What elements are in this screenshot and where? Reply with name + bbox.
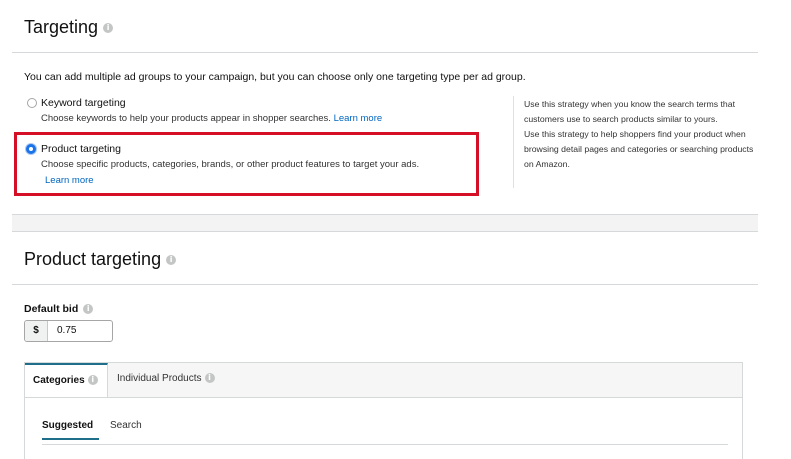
currency-symbol: $	[25, 321, 48, 341]
info-icon[interactable]: i	[83, 304, 94, 315]
divider	[12, 52, 758, 53]
targeting-panel: Categories i Individual Products i Suggest…	[24, 362, 743, 459]
product-learn-more-link[interactable]: Learn more	[45, 173, 94, 188]
subtab-suggested[interactable]: Suggested	[42, 420, 93, 431]
targeting-title-text: Targeting	[24, 17, 99, 37]
keyword-help-text: Use this strategy when you know the sear…	[524, 99, 736, 124]
targeting-title: Targeting i	[24, 17, 114, 38]
divider	[12, 284, 758, 285]
keyword-targeting-label[interactable]: Keyword targeting	[41, 97, 126, 109]
section-divider-bottom	[12, 231, 758, 232]
keyword-targeting-description: Choose keywords to help your products ap…	[41, 111, 382, 126]
tab-categories-label: Categories i	[33, 375, 98, 386]
tab-categories[interactable]: Categories i	[25, 363, 108, 397]
default-bid-label-text: Default bid	[24, 303, 79, 315]
tab-individual-products-text: Individual Products	[117, 373, 202, 384]
product-targeting-description: Choose specific products, categories, br…	[41, 159, 420, 170]
keyword-description-text: Choose keywords to help your products ap…	[41, 113, 331, 124]
help-text: Use this strategy when you know the sear…	[524, 97, 754, 172]
info-icon[interactable]: i	[166, 255, 177, 266]
tab-individual-products[interactable]: Individual Products i	[117, 373, 215, 384]
product-targeting-title: Product targeting i	[24, 249, 177, 270]
bid-value[interactable]: 0.75	[57, 321, 76, 341]
keyword-learn-more-link[interactable]: Learn more	[334, 113, 383, 124]
section-gap	[12, 215, 758, 231]
info-icon[interactable]: i	[204, 373, 215, 384]
product-targeting-title-text: Product targeting	[24, 249, 162, 269]
product-targeting-label[interactable]: Product targeting	[41, 143, 121, 155]
keyword-targeting-radio[interactable]	[27, 98, 37, 108]
subtab-divider	[42, 444, 728, 445]
info-icon[interactable]: i	[103, 23, 114, 34]
product-targeting-radio[interactable]	[26, 144, 36, 154]
default-bid-input[interactable]: $ 0.75	[24, 320, 113, 342]
targeting-intro: You can add multiple ad groups to your c…	[24, 71, 526, 83]
product-help-text: Use this strategy to help shoppers find …	[524, 129, 754, 169]
tab-categories-text: Categories	[33, 375, 85, 386]
info-icon[interactable]: i	[87, 375, 98, 386]
help-divider	[513, 96, 514, 188]
subtab-search[interactable]: Search	[110, 420, 142, 431]
subtab-active-indicator	[42, 438, 99, 440]
default-bid-label: Default bid i	[24, 303, 94, 315]
